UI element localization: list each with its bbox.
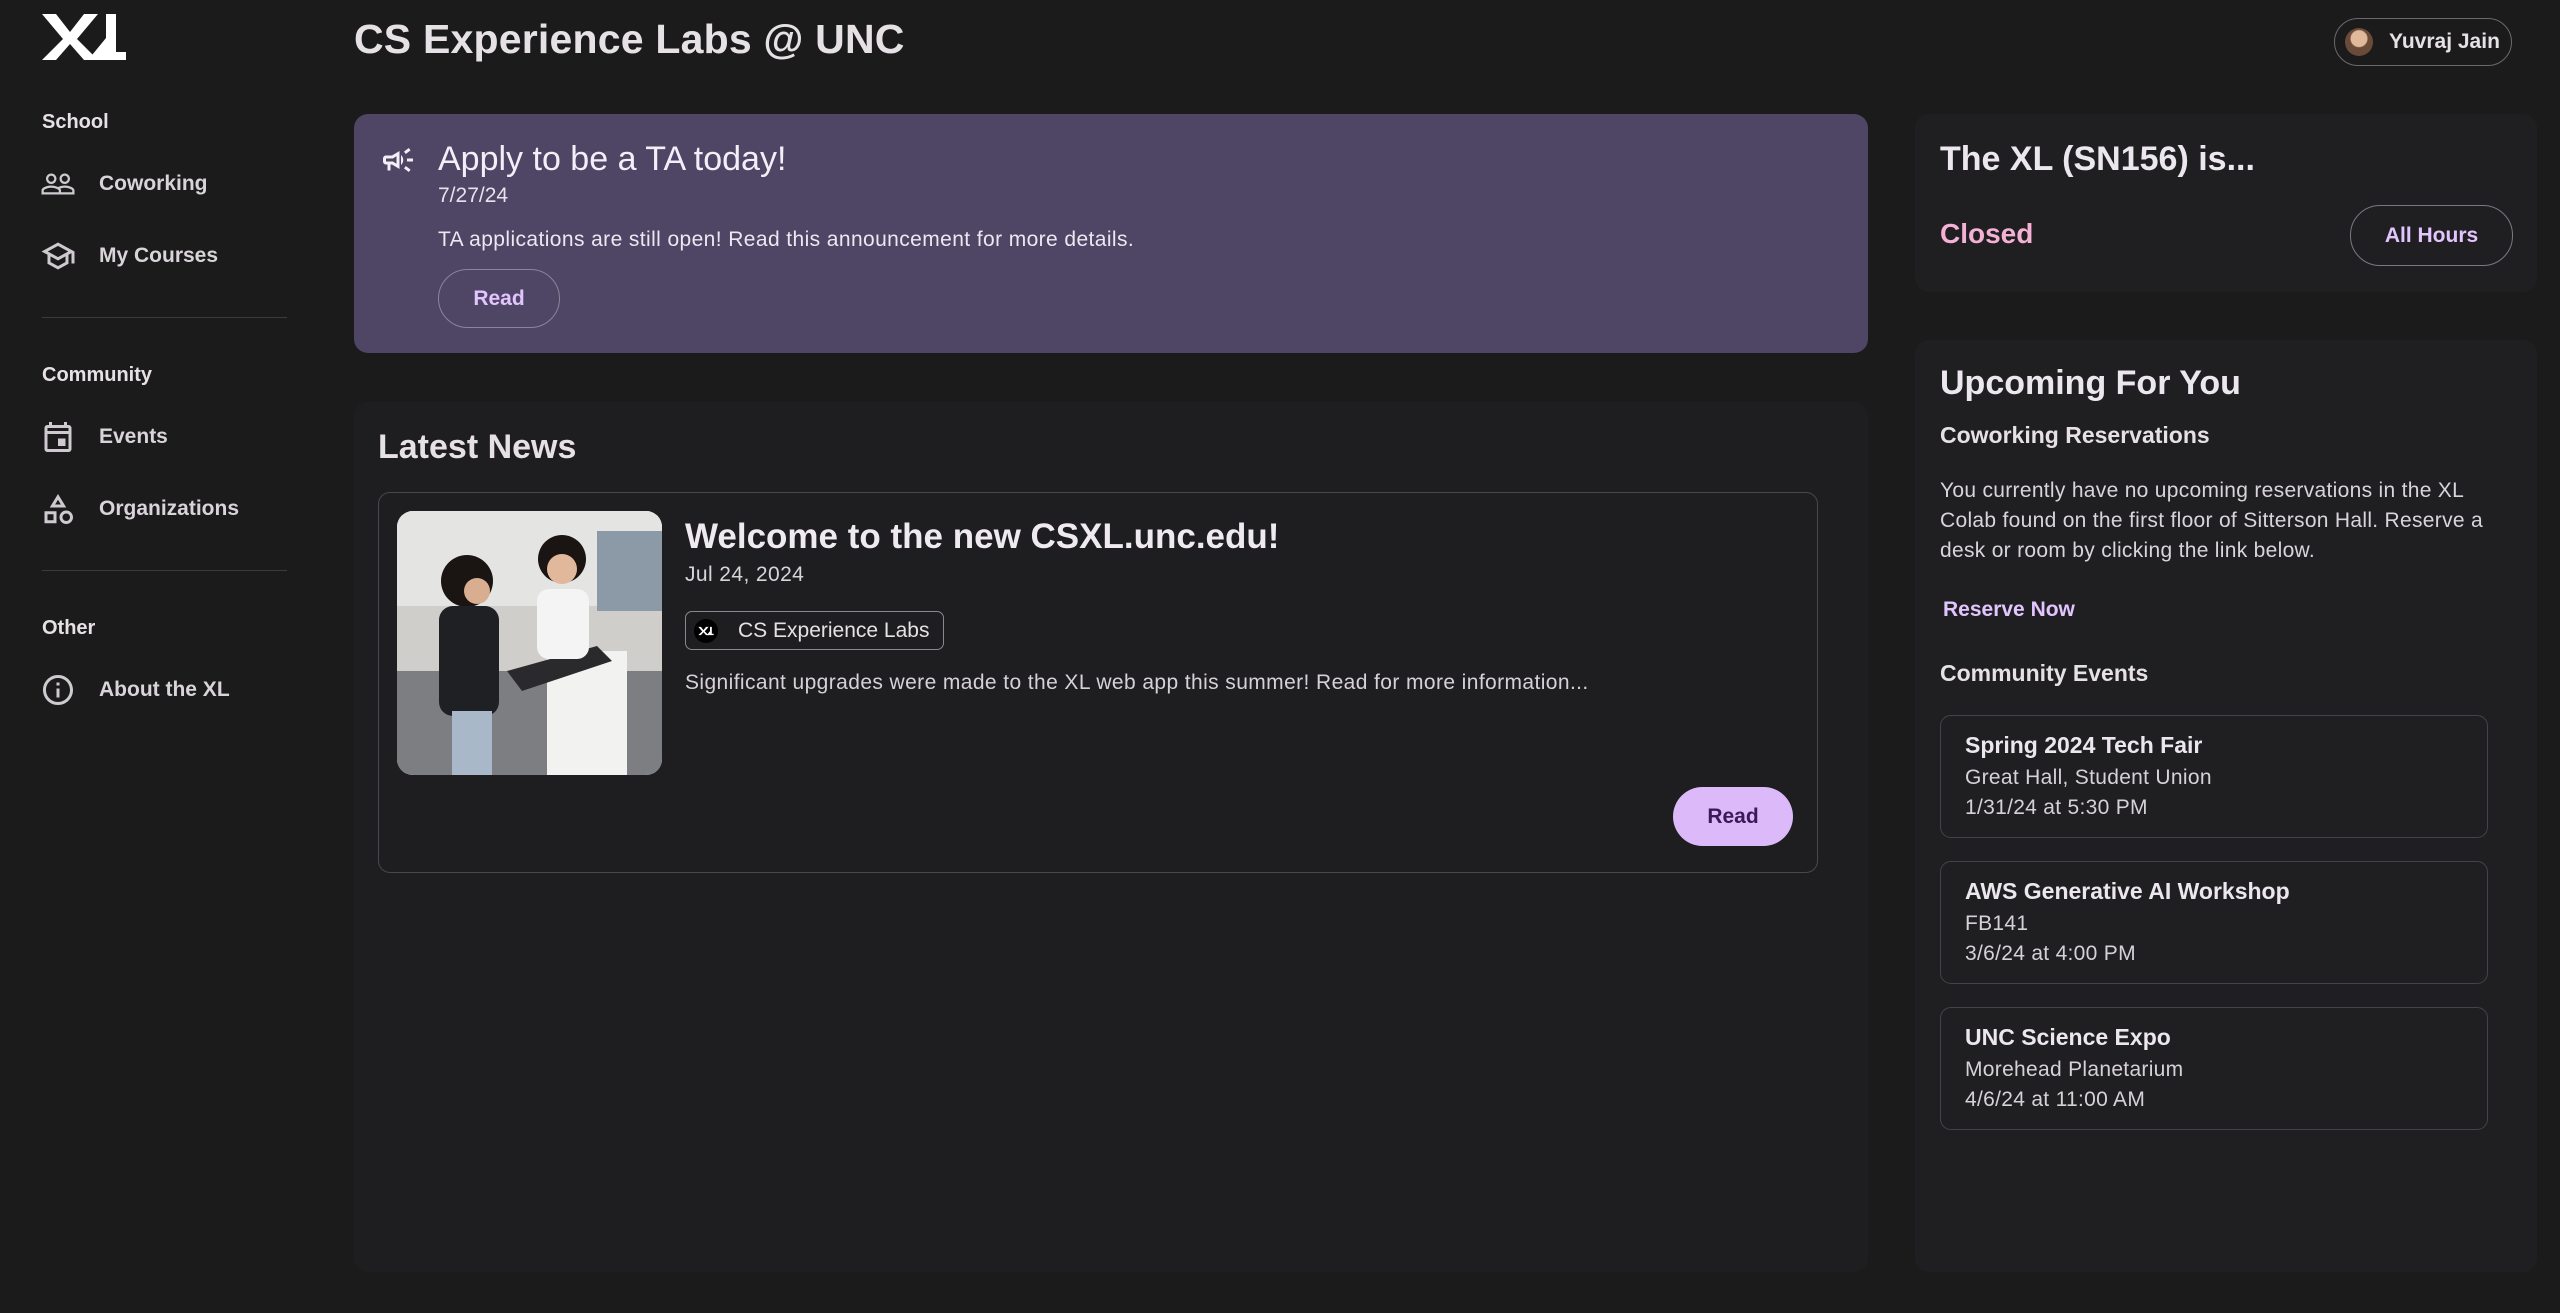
news-read-button[interactable]: Read <box>1673 787 1793 846</box>
community-events-heading: Community Events <box>1940 660 2149 686</box>
news-title[interactable]: Welcome to the new CSXL.unc.edu! <box>685 517 1279 557</box>
sidebar-divider <box>42 570 287 571</box>
event-location: Great Hall, Student Union <box>1965 766 2212 789</box>
megaphone-icon <box>380 142 416 178</box>
event-card[interactable]: UNC Science Expo Morehead Planetarium 4/… <box>1940 1007 2488 1130</box>
sidebar-item-label: My Courses <box>99 244 219 267</box>
sidebar-item-label: Organizations <box>99 497 240 520</box>
latest-news-panel: Latest News Welcome to the new CSXL.unc.… <box>354 402 1868 1272</box>
announcement-read-button[interactable]: Read <box>438 269 560 328</box>
nav-section-community: Community <box>42 364 152 386</box>
avatar <box>2345 28 2373 56</box>
event-time: 4/6/24 at 11:00 AM <box>1965 1088 2146 1111</box>
sidebar-item-label: About the XL <box>99 678 230 701</box>
hours-status: Closed <box>1940 218 2034 249</box>
nav-section-other: Other <box>42 617 96 639</box>
user-name: Yuvraj Jain <box>2389 30 2500 53</box>
xl-logo-icon[interactable] <box>40 12 128 62</box>
sidebar-item-organizations[interactable]: Organizations <box>40 485 290 533</box>
organization-name: CS Experience Labs <box>738 618 930 642</box>
sidebar-divider <box>42 317 287 318</box>
upcoming-title: Upcoming For You <box>1940 364 2241 402</box>
news-card[interactable]: Welcome to the new CSXL.unc.edu! Jul 24,… <box>378 492 1818 873</box>
nav-section-school: School <box>42 111 109 133</box>
news-date: Jul 24, 2024 <box>685 563 805 586</box>
announcement-card: Apply to be a TA today! 7/27/24 TA appli… <box>354 114 1868 353</box>
news-description: Significant upgrades were made to the XL… <box>685 671 1589 694</box>
reserve-now-link[interactable]: Reserve Now <box>1943 598 2075 622</box>
event-time: 3/6/24 at 4:00 PM <box>1965 942 2136 965</box>
announcement-date: 7/27/24 <box>438 184 509 207</box>
event-name: UNC Science Expo <box>1965 1024 2171 1050</box>
hours-panel: The XL (SN156) is... Closed All Hours <box>1915 114 2537 292</box>
school-icon <box>40 238 76 274</box>
sidebar-item-my-courses[interactable]: My Courses <box>40 232 290 280</box>
announcement-body: TA applications are still open! Read thi… <box>438 228 1135 251</box>
page-title: CS Experience Labs @ UNC <box>354 16 905 62</box>
latest-news-heading: Latest News <box>378 428 577 466</box>
news-image <box>397 511 662 775</box>
event-card[interactable]: Spring 2024 Tech Fair Great Hall, Studen… <box>1940 715 2488 838</box>
upcoming-panel: Upcoming For You Coworking Reservations … <box>1915 340 2537 1272</box>
announcement-title: Apply to be a TA today! <box>438 140 787 178</box>
calendar-icon <box>40 419 76 455</box>
event-location: Morehead Planetarium <box>1965 1058 2184 1081</box>
organization-chip[interactable]: CS Experience Labs <box>685 611 944 650</box>
xl-logo-icon <box>694 618 718 643</box>
reservations-text: You currently have no upcoming reservati… <box>1940 479 2483 562</box>
event-name: AWS Generative AI Workshop <box>1965 878 2290 904</box>
sidebar-item-label: Events <box>99 425 168 448</box>
sidebar-item-label: Coworking <box>99 172 208 195</box>
hours-title: The XL (SN156) is... <box>1940 140 2255 178</box>
sidebar-item-about[interactable]: About the XL <box>40 666 290 714</box>
category-icon <box>40 491 76 527</box>
sidebar-item-events[interactable]: Events <box>40 413 290 461</box>
sidebar-item-coworking[interactable]: Coworking <box>40 160 290 208</box>
all-hours-button[interactable]: All Hours <box>2350 205 2513 266</box>
event-location: FB141 <box>1965 912 2029 935</box>
people-icon <box>40 166 76 202</box>
event-card[interactable]: AWS Generative AI Workshop FB141 3/6/24 … <box>1940 861 2488 984</box>
sidebar: School Coworking My Courses Community Ev… <box>0 0 330 1313</box>
info-icon <box>40 672 76 708</box>
user-profile-button[interactable]: Yuvraj Jain <box>2334 18 2512 66</box>
reservations-heading: Coworking Reservations <box>1940 422 2210 448</box>
event-time: 1/31/24 at 5:30 PM <box>1965 796 2148 819</box>
event-name: Spring 2024 Tech Fair <box>1965 732 2203 758</box>
